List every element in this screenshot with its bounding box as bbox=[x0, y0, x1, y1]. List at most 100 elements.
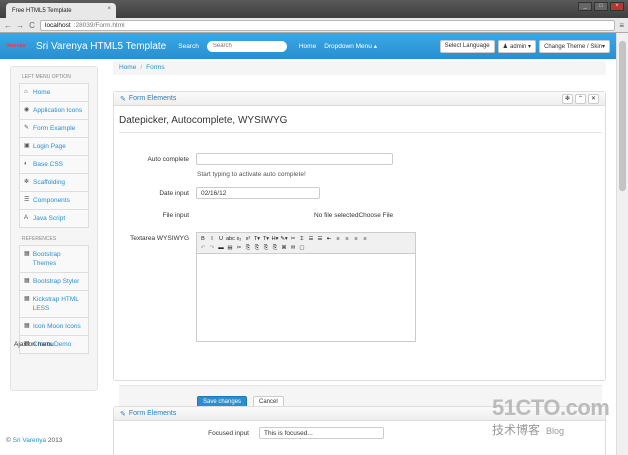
sidebar-item-label: Base CSS bbox=[33, 161, 63, 168]
date-input[interactable] bbox=[196, 187, 320, 199]
grid-icon: ▦ bbox=[24, 323, 30, 329]
tab-title: Free HTML5 Template bbox=[12, 7, 72, 14]
editor-toolbar-button[interactable]: ✂ bbox=[235, 244, 243, 252]
sidebar-item-form-example[interactable]: ✎ Form Example bbox=[19, 119, 89, 138]
sidebar-item-base-css[interactable]: ◐ Base CSS bbox=[19, 155, 89, 174]
editor-toolbar-button[interactable]: ✎▾ bbox=[280, 235, 288, 243]
breadcrumb-separator: / bbox=[140, 64, 143, 71]
editor-toolbar-button[interactable]: ▬ bbox=[217, 244, 225, 252]
editor-toolbar-button[interactable]: ↶ bbox=[199, 244, 207, 252]
editor-toolbar-button[interactable]: ≡ bbox=[352, 235, 360, 243]
forward-icon[interactable]: → bbox=[16, 21, 24, 30]
editor-toolbar-button[interactable]: B bbox=[199, 235, 207, 243]
font-icon: A bbox=[24, 215, 29, 221]
sidebar-item-login-page[interactable]: ▣ Login Page bbox=[19, 137, 89, 156]
url-input[interactable]: localhost:28039/Form.html bbox=[40, 19, 616, 31]
editor-toolbar-button[interactable]: ☰ bbox=[316, 235, 324, 243]
page-scrollbar[interactable] bbox=[616, 33, 628, 455]
watermark-sub: 技术博客 bbox=[492, 423, 541, 437]
back-icon[interactable]: ← bbox=[4, 21, 12, 30]
editor-toolbar: B I Uabc x₂ x² T▾ T▾ H▾ ✎▾ ✂ Σ ☰ ☰ ⇤ ≡ ≡ ≡ ≡ ↶ ↷ ▬ ▤ ✂ ⎘ ⎘ ⎘ ⎘ ⌘ ✉ ▢ bbox=[197, 233, 415, 254]
editor-toolbar-button[interactable]: ≡ bbox=[334, 235, 342, 243]
gear-icon[interactable]: ✻ bbox=[562, 93, 573, 104]
wysiwyg-editor[interactable]: B I Uabc x₂ x² T▾ T▾ H▾ ✎▾ ✂ Σ ☰ ☰ ⇤ ≡ ≡ ≡ ≡ ↶ ↷ ▬ ▤ ✂ ⎘ ⎘ ⎘ ⎘ ⌘ ✉ ▢ bbox=[196, 232, 416, 342]
editor-toolbar-button[interactable]: ⌘ bbox=[280, 244, 288, 252]
url-path: :28039/Form.html bbox=[73, 21, 125, 29]
editor-toolbar-button[interactable]: T▾ bbox=[253, 235, 261, 243]
minimize-button[interactable]: _ bbox=[578, 2, 592, 11]
editor-toolbar-button[interactable]: ▢ bbox=[298, 244, 306, 252]
editor-toolbar-button[interactable]: I bbox=[208, 235, 216, 243]
footer-year: 2013 bbox=[46, 437, 63, 444]
editor-toolbar-button[interactable]: ✉ bbox=[289, 244, 297, 252]
editor-toolbar-button[interactable]: ≡ bbox=[343, 235, 351, 243]
ajax-menu-toggle[interactable]: Ajax on menu bbox=[14, 341, 54, 348]
breadcrumb: Home / Forms bbox=[113, 61, 606, 75]
watermark: 51CTO.com 技术博客 Blog bbox=[492, 395, 622, 450]
editor-toolbar-button[interactable]: Σ bbox=[298, 235, 306, 243]
editor-toolbar-button[interactable]: ✂ bbox=[289, 235, 297, 243]
scrollbar-thumb[interactable] bbox=[619, 41, 626, 191]
language-select[interactable]: Select Language bbox=[439, 39, 495, 53]
editor-toolbar-button[interactable]: T▾ bbox=[262, 235, 270, 243]
sidebar-ref-icon-moon-icons[interactable]: ▦ Icon Moon Icons bbox=[19, 317, 89, 336]
brand-title[interactable]: Sri Varenya HTML5 Template bbox=[36, 41, 166, 52]
editor-toolbar-button[interactable]: ⇤ bbox=[325, 235, 333, 243]
browser-tab[interactable]: Free HTML5 Template × bbox=[6, 3, 116, 18]
sidebar-ref-bootstrap-themes[interactable]: ▦ Bootstrap Themes bbox=[19, 245, 89, 273]
editor-toolbar-button[interactable]: x² bbox=[244, 235, 252, 243]
sidebar-ref-kickstrap-html-less[interactable]: ▦ Kickstrap HTML LESS bbox=[19, 290, 89, 318]
breadcrumb-home[interactable]: Home bbox=[119, 64, 136, 72]
url-host: localhost bbox=[45, 21, 71, 29]
editor-toolbar-button[interactable]: ⎘ bbox=[262, 244, 270, 252]
reload-icon[interactable]: C bbox=[28, 21, 36, 30]
sidebar-header-refs: REFERENCES bbox=[22, 236, 57, 242]
top-navbar: Varenya Sri Varenya HTML5 Template Searc… bbox=[0, 33, 616, 59]
footer-author-link[interactable]: Sri Varenya bbox=[13, 437, 46, 444]
editor-toolbar-button[interactable]: U bbox=[217, 235, 225, 243]
sidebar-item-label: Home bbox=[33, 89, 51, 96]
autocomplete-input[interactable] bbox=[196, 153, 393, 165]
sidebar-item-home[interactable]: ⌂ Home bbox=[19, 83, 89, 102]
browser-titlebar: Free HTML5 Template × _ □ × bbox=[0, 0, 628, 18]
admin-button[interactable]: ♟ admin ▾ bbox=[497, 39, 537, 53]
home-icon: ⌂ bbox=[24, 89, 28, 95]
sidebar-item-java-script[interactable]: A Java Script bbox=[19, 209, 89, 228]
edit-icon: ✎ bbox=[120, 95, 126, 103]
breadcrumb-forms[interactable]: Forms bbox=[146, 64, 164, 72]
editor-toolbar-button[interactable]: ▤ bbox=[226, 244, 234, 252]
editor-toolbar-button[interactable]: x₂ bbox=[235, 235, 243, 243]
footer: © Sri Varenya 2013 bbox=[6, 437, 62, 444]
edit-icon: ✎ bbox=[120, 410, 126, 418]
close-icon[interactable]: ✕ bbox=[588, 93, 599, 104]
sidebar-item-components[interactable]: ☰ Components bbox=[19, 191, 89, 210]
focused-input[interactable] bbox=[259, 427, 384, 439]
editor-toolbar-button[interactable]: abc bbox=[226, 235, 235, 243]
editor-toolbar-button[interactable]: H▾ bbox=[271, 235, 279, 243]
sidebar-item-application-icons[interactable]: ◉ Application Icons bbox=[19, 101, 89, 120]
editor-toolbar-button[interactable]: ☰ bbox=[307, 235, 315, 243]
chevron-up-icon[interactable]: ⌃ bbox=[575, 93, 586, 104]
editor-toolbar-button[interactable]: ⎘ bbox=[271, 244, 279, 252]
sidebar-item-label: Application Icons bbox=[33, 107, 83, 114]
sidebar-ref-bootstrap-styler[interactable]: ▦ Bootstrap Styler bbox=[19, 272, 89, 291]
maximize-button[interactable]: □ bbox=[594, 2, 608, 11]
sidebar-item-scaffolding[interactable]: ✻ Scaffolding bbox=[19, 173, 89, 192]
search-input[interactable] bbox=[206, 40, 287, 52]
form-elements-box: ✎ Form Elements ✻ ⌃ ✕ Datepicker, Autoco… bbox=[113, 91, 606, 415]
window-close-button[interactable]: × bbox=[610, 2, 624, 11]
editor-toolbar-button[interactable]: ⎘ bbox=[244, 244, 252, 252]
file-input[interactable]: No file selectedChoose File bbox=[314, 212, 393, 219]
change-theme-button[interactable]: Change Theme / Skin▾ bbox=[539, 39, 610, 53]
section-title: Datepicker, Autocomplete, WYSIWYG bbox=[119, 115, 288, 126]
tab-close-icon[interactable]: × bbox=[107, 6, 111, 12]
editor-toolbar-button[interactable]: ⎘ bbox=[253, 244, 261, 252]
sidebar-item-label: Scaffolding bbox=[33, 179, 66, 186]
editor-toolbar-button[interactable]: ↷ bbox=[208, 244, 216, 252]
nav-link-dropdown[interactable]: Dropdown Menu ▴ bbox=[324, 42, 377, 50]
brand-logo[interactable]: Varenya bbox=[6, 39, 32, 53]
editor-toolbar-button[interactable]: ≡ bbox=[361, 235, 369, 243]
nav-link-home[interactable]: Home bbox=[299, 43, 316, 50]
focused-input-label: Focused input bbox=[208, 430, 249, 437]
browser-menu-icon[interactable]: ≡ bbox=[619, 21, 624, 30]
